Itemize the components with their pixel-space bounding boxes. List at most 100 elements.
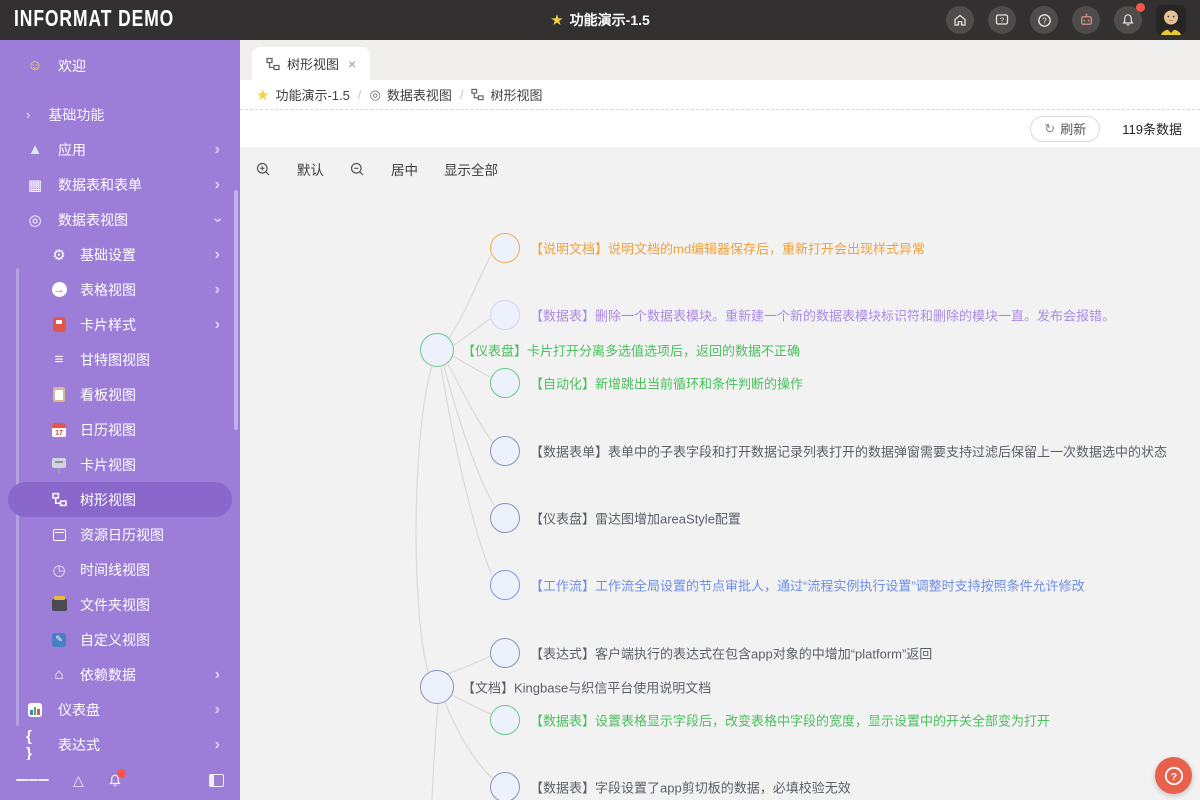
tree-node[interactable]: [490, 705, 520, 735]
sidebar-item-basic-settings[interactable]: ⚙ 基础设置 ›: [0, 237, 240, 272]
footer-bell-icon[interactable]: [108, 768, 126, 788]
user-avatar[interactable]: [1156, 5, 1186, 35]
assistant-button[interactable]: [1072, 6, 1100, 34]
tree-node-label[interactable]: 【仪表盘】雷达图增加areaStyle配置: [530, 509, 741, 528]
sidebar-item-tree-view[interactable]: 树形视图: [8, 482, 232, 517]
sidebar-item-label: 看板视图: [80, 386, 136, 403]
zoom-in-button[interactable]: [256, 162, 271, 177]
zoom-out-button[interactable]: [350, 162, 365, 177]
close-icon[interactable]: ×: [346, 56, 356, 72]
tree-node[interactable]: [490, 368, 520, 398]
tree-node[interactable]: [490, 772, 520, 800]
tree-node[interactable]: [490, 436, 520, 466]
tree-node-label[interactable]: 【说明文档】说明文档的md编辑器保存后，重新打开会出现样式异常: [530, 239, 925, 258]
zoom-in-icon: [256, 162, 270, 175]
help-fab-button[interactable]: ?: [1155, 757, 1192, 794]
sidebar-item-apps[interactable]: ▲ 应用 ›: [0, 132, 240, 167]
avatar-image: [1156, 5, 1186, 35]
help-circle-icon: ?: [1037, 13, 1051, 27]
sidebar-item-expression[interactable]: { } 表达式 ›: [0, 727, 240, 761]
breadcrumb-separator: /: [459, 87, 464, 102]
braces-icon: { }: [26, 727, 33, 761]
chevron-right-icon: ›: [26, 107, 31, 122]
top-header: INFORMAT DEMO ★ 功能演示-1.5 ? ?: [0, 0, 1200, 40]
tree-view-icon: [471, 88, 485, 101]
clock-icon: ◷: [52, 561, 66, 579]
sidebar-item-dashboard[interactable]: 仪表盘 ›: [0, 692, 240, 727]
show-all-button[interactable]: 显示全部: [444, 159, 498, 179]
sidebar-item-card-style[interactable]: 卡片样式 ›: [0, 307, 240, 342]
chevron-right-icon: ›: [214, 700, 220, 718]
zoom-default-button[interactable]: 默认: [297, 159, 324, 179]
sidebar-item-label: 基础功能: [48, 106, 105, 123]
feedback-button[interactable]: ?: [988, 6, 1016, 34]
app-logo: INFORMAT DEMO: [14, 6, 175, 33]
tree-node[interactable]: [490, 638, 520, 668]
sidebar-item-label: 文件夹视图: [80, 596, 150, 613]
sign-card-icon: [50, 456, 68, 474]
sidebar-item-dependent-data[interactable]: ⌂ 依赖数据 ›: [0, 657, 240, 692]
tree-node-label[interactable]: 【数据表单】表单中的子表字段和打开数据记录列表打开的数据弹窗需要支持过滤后保留上…: [530, 442, 1167, 461]
sidebar-group-basic-functions[interactable]: › 基础功能: [0, 97, 240, 132]
tree-node[interactable]: [420, 670, 454, 704]
tree-node[interactable]: [490, 300, 520, 330]
tree-node[interactable]: [490, 570, 520, 600]
breadcrumb-item-table-views[interactable]: ◎ 数据表视图: [369, 85, 451, 104]
breadcrumb-item-tree-view[interactable]: 树形视图: [471, 85, 542, 104]
sidebar-footer: △: [0, 760, 240, 800]
tree-node-label[interactable]: 【表达式】客户端执行的表达式在包含app对象的中增加“platform”返回: [530, 644, 932, 663]
sidebar-item-custom-view[interactable]: ✎ 自定义视图: [0, 622, 240, 657]
tree-node[interactable]: [490, 233, 520, 263]
tree-node-label[interactable]: 【数据表】删除一个数据表模块。重新建一个新的数据表模块标识符和删除的模块一直。发…: [530, 306, 1115, 325]
tree-canvas[interactable]: 默认 居中 显示全部 【说明文档】说明文档的md编辑器保存后，重新打开会出现样式…: [240, 147, 1200, 800]
tree-node-label[interactable]: 【数据表】设置表格显示字段后，改变表格中字段的宽度，显示设置中的开关全部变为打开: [530, 711, 1050, 730]
sidebar-item-timeline-view[interactable]: ◷ 时间线视图: [0, 552, 240, 587]
sidebar-item-table-views[interactable]: ◎ 数据表视图 ›: [0, 202, 240, 237]
sidebar-scrollbar[interactable]: [234, 190, 238, 430]
sidebar-item-label: 甘特图视图: [80, 351, 150, 368]
help-button[interactable]: ?: [1030, 6, 1058, 34]
sidebar-item-card-view[interactable]: 卡片视图: [0, 447, 240, 482]
tree-node[interactable]: [490, 503, 520, 533]
mountain-icon: ▲: [27, 141, 43, 158]
sidebar-item-gantt-view[interactable]: ≡ 甘特图视图: [0, 342, 240, 377]
pen-square-icon: ✎: [50, 631, 68, 649]
menu-lines-icon[interactable]: [16, 777, 49, 783]
card-style-icon: [50, 316, 68, 334]
chevron-right-icon: ›: [214, 245, 220, 263]
breadcrumb-label: 功能演示-1.5: [275, 88, 350, 103]
sidebar-item-tables-forms[interactable]: ▦ 数据表和表单 ›: [0, 167, 240, 202]
refresh-button[interactable]: ↻ 刷新: [1030, 115, 1101, 142]
star-icon: ★: [256, 86, 270, 104]
tree-node[interactable]: [420, 333, 454, 367]
breadcrumb-item-workspace[interactable]: ★ 功能演示-1.5: [256, 85, 350, 104]
sidebar-item-folder-view[interactable]: 文件夹视图: [0, 587, 240, 622]
tree-node-label[interactable]: 【数据表】字段设置了app剪切板的数据，必填校验无效: [530, 778, 851, 797]
sidebar-item-label: 应用: [58, 141, 86, 158]
sidebar-item-kanban-view[interactable]: 看板视图: [0, 377, 240, 412]
tab-tree-view[interactable]: 树形视图 ×: [252, 47, 371, 80]
sidebar-item-calendar-view[interactable]: 17 日历视图: [0, 412, 240, 447]
tree-node-label[interactable]: 【文档】Kingbase与织信平台使用说明文档: [462, 678, 711, 697]
tree-node-label[interactable]: 【自动化】新增跳出当前循环和条件判断的操作: [530, 374, 803, 393]
chevron-right-icon: ›: [214, 735, 220, 753]
calendar-icon: 17: [50, 421, 68, 439]
workspace-title-text: 功能演示-1.5: [569, 12, 650, 28]
zoom-out-icon: [350, 162, 364, 175]
sidebar-item-grid-view[interactable]: → 表格视图 ›: [0, 272, 240, 307]
sidebar-item-label: 自定义视图: [80, 631, 150, 648]
sidebar-item-label: 树形视图: [80, 491, 136, 508]
home-button[interactable]: [946, 6, 974, 34]
center-button[interactable]: 居中: [391, 159, 418, 179]
sidebar-item-welcome[interactable]: ☺ 欢迎: [0, 48, 240, 83]
tree-node-label[interactable]: 【工作流】工作流全局设置的节点审批人，通过“流程实例执行设置”调整时支持按照条件…: [530, 576, 1085, 595]
collapse-sidebar-icon[interactable]: [209, 773, 224, 787]
sidebar-item-label: 基础设置: [80, 246, 136, 263]
sidebar-menu: ☺ 欢迎 › 基础功能 ▲ 应用 › ▦ 数据表和表单 › ◎ 数据表视图 › …: [0, 40, 240, 760]
home-outline-icon: ⌂: [54, 666, 64, 683]
sidebar-item-label: 表达式: [58, 736, 100, 753]
notifications-button[interactable]: [1114, 3, 1145, 34]
sidebar-item-resource-calendar-view[interactable]: 资源日历视图: [0, 517, 240, 552]
tree-node-label[interactable]: 【仪表盘】卡片打开分离多选值选项后，返回的数据不正确: [462, 341, 800, 360]
triangle-icon[interactable]: △: [73, 772, 84, 789]
